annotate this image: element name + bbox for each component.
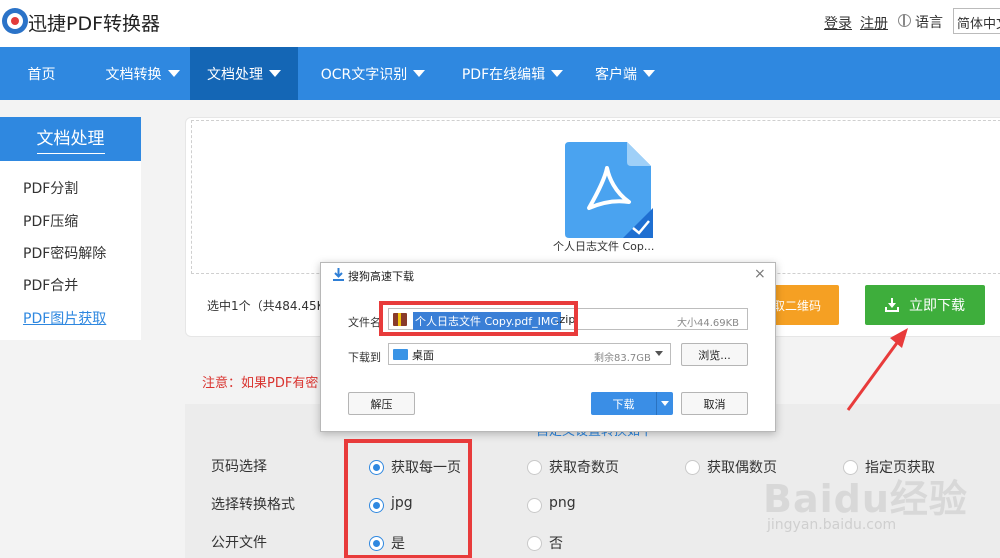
uploaded-file-name: 个人日志文件 Cop... (553, 240, 655, 253)
free-space: 剩余83.7GB (594, 353, 651, 364)
chevron-down-icon (551, 70, 564, 77)
watermark-url: jingyan.baidu.com (767, 517, 897, 533)
chevron-down-icon[interactable] (655, 351, 663, 356)
nav-client-label: 客户端 (595, 66, 637, 83)
selected-file-info: 选中1个（共484.45K (207, 299, 325, 313)
option-label-page-select: 页码选择 (211, 459, 267, 475)
nav-pdf-edit[interactable]: PDF在线编辑 (450, 47, 575, 100)
radio-label-odd-pages: 获取奇数页 (549, 460, 619, 476)
browse-button[interactable]: 浏览... (681, 343, 748, 366)
sidebar-item-pdf-compress[interactable]: PDF压缩 (23, 211, 78, 231)
nav-doc-process-label: 文档处理 (207, 66, 263, 83)
sidebar: 文档处理 PDF分割 PDF压缩 PDF密码解除 PDF合并 PDF图片获取 (0, 117, 141, 340)
app-header: 迅捷PDF转换器 登录 注册 语言 简体中文 (0, 0, 1000, 47)
globe-icon (898, 14, 911, 27)
sidebar-item-pdf-split[interactable]: PDF分割 (23, 178, 78, 198)
unzip-button[interactable]: 解压 (348, 392, 415, 415)
radio-label-public-no: 否 (549, 536, 563, 552)
download-now-button[interactable]: 立即下载 (865, 285, 985, 325)
close-icon[interactable]: × (754, 266, 766, 282)
cancel-button[interactable]: 取消 (681, 392, 748, 415)
radio-png[interactable] (527, 498, 542, 513)
nav-ocr-label: OCR文字识别 (320, 66, 408, 83)
sidebar-item-pdf-merge[interactable]: PDF合并 (23, 275, 78, 295)
chevron-down-icon (269, 70, 281, 77)
nav-client[interactable]: 客户端 (585, 47, 665, 100)
sidebar-title: 文档处理 (0, 117, 141, 161)
annotation-arrow-icon (846, 328, 908, 411)
sidebar-item-pdf-unlock[interactable]: PDF密码解除 (23, 243, 106, 263)
chevron-down-icon (643, 70, 655, 77)
language-label: 语言 (915, 15, 943, 31)
folder-icon (393, 349, 408, 360)
password-notice: 注意：如果PDF有密 (202, 376, 319, 391)
pdf-file-icon (565, 142, 653, 238)
register-link[interactable]: 注册 (860, 13, 888, 33)
dialog-title: 搜狗高速下载 (348, 270, 414, 283)
nav-doc-convert[interactable]: 文档转换 (95, 47, 190, 100)
nav-doc-process[interactable]: 文档处理 (190, 47, 298, 100)
download-options-chevron-icon[interactable] (656, 392, 673, 415)
nav-home-label: 首页 (27, 66, 56, 83)
app-logo-icon (2, 8, 28, 34)
radio-odd-pages[interactable] (527, 460, 542, 475)
sidebar-item-pdf-image-extract[interactable]: PDF图片获取 (23, 308, 106, 328)
main-nav: 首页 文档转换 文档处理 OCR文字识别 PDF在线编辑 客户端 (0, 47, 1000, 100)
download-arrow-icon (333, 268, 344, 281)
nav-doc-convert-label: 文档转换 (105, 66, 162, 83)
filename-label: 文件名 (348, 316, 381, 329)
option-label-public: 公开文件 (211, 535, 267, 551)
nav-home[interactable]: 首页 (0, 47, 83, 100)
login-link[interactable]: 登录 (824, 13, 852, 33)
nav-ocr[interactable]: OCR文字识别 (310, 47, 436, 100)
watermark-brand: Baidu经验 (763, 477, 968, 521)
destination-value: 桌面 (412, 349, 434, 362)
radio-public-no[interactable] (527, 536, 542, 551)
chevron-down-icon (413, 70, 426, 77)
radio-even-pages[interactable] (685, 460, 700, 475)
dialog-download-button[interactable]: 下载 (591, 392, 656, 415)
chevron-down-icon (167, 70, 180, 77)
file-size: 大小44.69KB (677, 318, 740, 329)
download-icon (885, 298, 899, 312)
highlight-box-filename (379, 301, 578, 336)
radio-label-png: png (549, 495, 576, 511)
option-label-format: 选择转换格式 (211, 497, 295, 513)
language-select[interactable]: 简体中文 (953, 8, 1000, 34)
dest-label: 下载到 (348, 351, 381, 364)
nav-pdf-edit-label: PDF在线编辑 (461, 66, 546, 83)
app-title: 迅捷PDF转换器 (28, 13, 161, 35)
download-now-label: 立即下载 (909, 298, 965, 314)
highlight-box-options (344, 439, 472, 558)
